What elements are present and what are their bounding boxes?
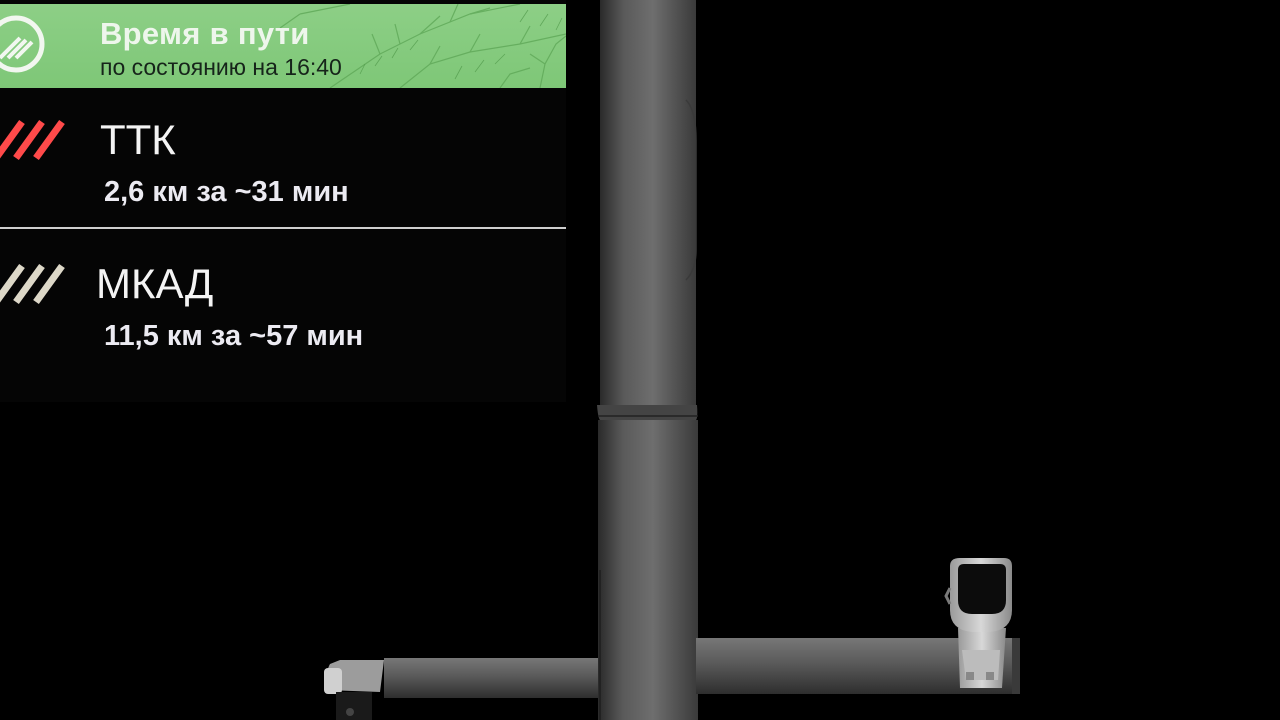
street-pole-scene [324,0,1020,720]
pole [597,0,698,720]
left-arm [324,658,598,720]
